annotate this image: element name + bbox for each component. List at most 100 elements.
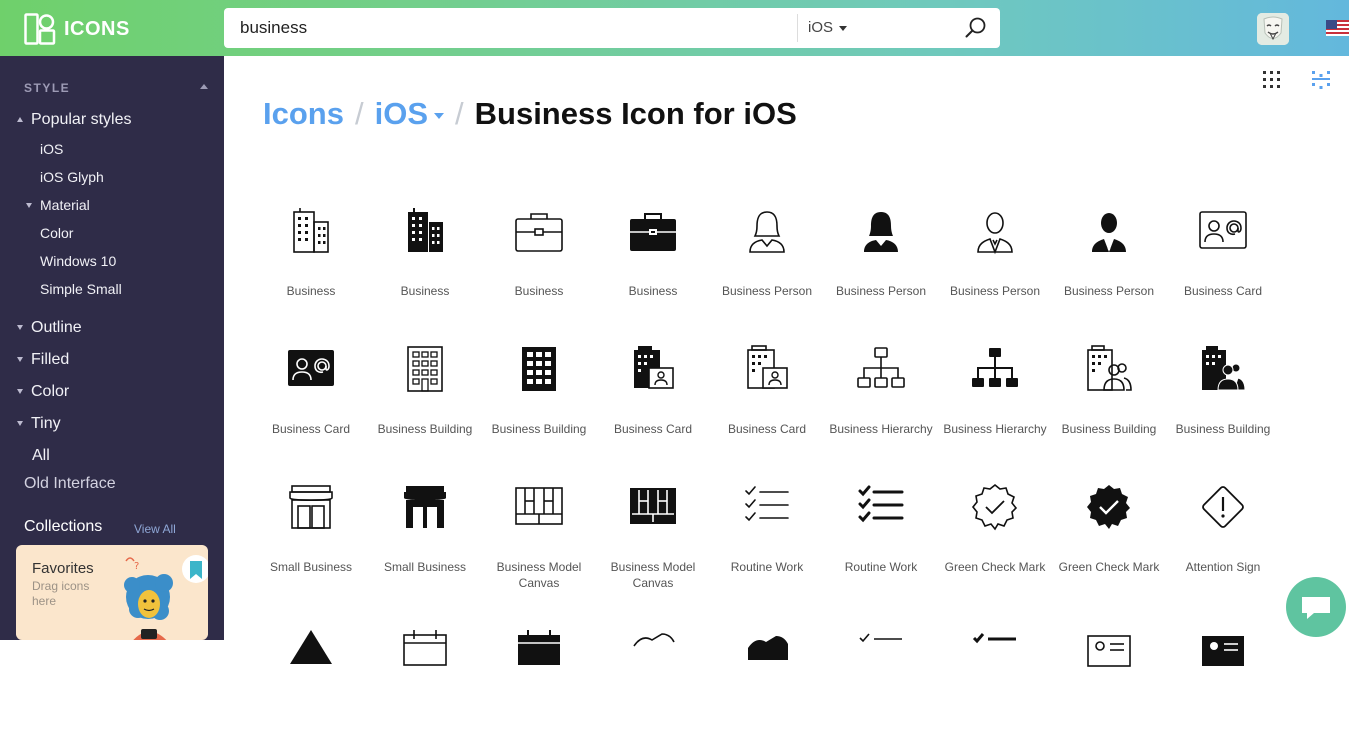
icon-label: Business Building: [1175, 422, 1271, 436]
search-input[interactable]: [224, 8, 797, 48]
sidebar-group-filled[interactable]: Filled: [31, 351, 69, 369]
icon-tile[interactable]: Routine Work: [710, 472, 824, 602]
icon-label: Business: [400, 284, 450, 298]
icon-tile[interactable]: Business Card: [596, 334, 710, 464]
collapsed-arrow-icon[interactable]: [17, 357, 23, 362]
sidebar-group-outline[interactable]: Outline: [31, 319, 82, 337]
icon-tile[interactable]: Business: [368, 196, 482, 326]
expanded-arrow-icon[interactable]: [17, 117, 23, 122]
businessman-outline-icon: [977, 212, 1013, 255]
icon-tile[interactable]: Business Card: [254, 334, 368, 464]
us-flag-icon[interactable]: [1326, 20, 1349, 36]
icon-label: Business Card: [727, 422, 807, 436]
platform-select[interactable]: iOS: [808, 8, 848, 48]
brand-name: ICONS: [64, 17, 130, 40]
icon-tile[interactable]: Business Model Canvas: [482, 472, 596, 602]
icon-tile[interactable]: Business Person: [938, 196, 1052, 326]
favorites-subtitle: Drag icons here: [32, 579, 90, 608]
collapsed-arrow-icon[interactable]: [17, 325, 23, 330]
sidebar-item-windows-10[interactable]: Windows 10: [40, 253, 116, 269]
icon-label: Business: [286, 284, 336, 298]
icon-tile[interactable]: Small Business: [368, 472, 482, 602]
icon-tile[interactable]: Green Check Mark: [938, 472, 1052, 602]
search-divider: [797, 14, 798, 42]
grid-view-icon[interactable]: [1263, 71, 1281, 89]
hierarchy-filled-icon: [972, 348, 1018, 387]
icon-label: Business Building: [1061, 422, 1157, 436]
icon-label: Business Person: [835, 284, 927, 298]
icon-tile[interactable]: Business Person: [1052, 196, 1166, 326]
contact-card-outline-icon: [1199, 211, 1247, 249]
sidebar-item-all[interactable]: All: [32, 447, 50, 465]
icon-label: Small Business: [269, 560, 353, 574]
sidebar-item-simple-small[interactable]: Simple Small: [40, 281, 122, 297]
sidebar-popular-styles[interactable]: Popular styles: [31, 111, 132, 129]
sidebar-group-tiny[interactable]: Tiny: [31, 415, 61, 433]
icon-tile[interactable]: [254, 610, 368, 740]
building-people-outline-icon: [1087, 345, 1132, 391]
icon-tile[interactable]: Green Check Mark: [1052, 472, 1166, 602]
breadcrumb-icons[interactable]: Icons: [263, 96, 344, 132]
icon-tile[interactable]: Business Building: [482, 334, 596, 464]
icon-label: Business: [514, 284, 564, 298]
icon-tile[interactable]: [710, 610, 824, 740]
icon-tile[interactable]: Business: [482, 196, 596, 326]
search-icon[interactable]: [964, 16, 988, 40]
icon-tile[interactable]: Attention Sign: [1166, 472, 1280, 602]
chat-widget[interactable]: [1286, 577, 1346, 637]
icon-tile[interactable]: Business Card: [1166, 196, 1280, 326]
sidebar-old-interface[interactable]: Old Interface: [24, 475, 116, 493]
logo[interactable]: ICONS: [24, 13, 130, 45]
mask-avatar-icon: [1257, 13, 1289, 45]
list-view-icon[interactable]: [1312, 71, 1330, 89]
icon-tile[interactable]: [1166, 610, 1280, 740]
icon-tile[interactable]: Routine Work: [824, 472, 938, 602]
icon-tile[interactable]: [824, 610, 938, 740]
view-all-link[interactable]: View All: [134, 522, 176, 536]
favorites-collection[interactable]: Favorites Drag icons here ?: [16, 545, 208, 640]
icon-tile[interactable]: Business Hierarchy: [824, 334, 938, 464]
attention-diamond-outline-icon: [1202, 486, 1244, 528]
icon-tile[interactable]: Business Building: [1166, 334, 1280, 464]
icon-tile[interactable]: [596, 610, 710, 740]
icon-tile[interactable]: Business Model Canvas: [596, 472, 710, 602]
icon-tile[interactable]: Business Building: [1052, 334, 1166, 464]
collapsed-arrow-icon[interactable]: [17, 421, 23, 426]
logo-icon: [24, 13, 56, 45]
icon-tile[interactable]: Business Card: [710, 334, 824, 464]
icon-tile[interactable]: Business: [596, 196, 710, 326]
icon-tile[interactable]: [938, 610, 1052, 740]
icon-tile[interactable]: Business Hierarchy: [938, 334, 1052, 464]
shop-outline-icon: [289, 485, 333, 529]
breadcrumb-platform[interactable]: iOS: [375, 96, 444, 132]
icon-tile[interactable]: Business Person: [710, 196, 824, 326]
warning-triangle-icon: [290, 630, 332, 664]
icon-label: Routine Work: [844, 560, 918, 574]
breadcrumb-platform-label: iOS: [374, 96, 428, 131]
icon-tile[interactable]: [1052, 610, 1166, 740]
icon-label: Small Business: [383, 560, 467, 574]
icon-tile[interactable]: Business Person: [824, 196, 938, 326]
sidebar-item-ios-glyph[interactable]: iOS Glyph: [40, 169, 104, 185]
collapsed-arrow-icon[interactable]: [17, 389, 23, 394]
sidebar-item-color-style[interactable]: Color: [40, 225, 73, 241]
user-avatar[interactable]: [1257, 13, 1289, 45]
icon-tile[interactable]: [482, 610, 596, 740]
collapse-icon[interactable]: [200, 84, 208, 89]
top-bar: ICONS iOS: [0, 0, 1349, 56]
list-check-filled-icon: [972, 633, 1016, 644]
shop-filled-icon: [404, 486, 446, 528]
icon-tile[interactable]: Small Business: [254, 472, 368, 602]
building-card-filled-icon: [634, 346, 674, 389]
icon-tile[interactable]: Business Building: [368, 334, 482, 464]
sidebar-group-color[interactable]: Color: [31, 383, 69, 401]
sidebar-item-ios[interactable]: iOS: [40, 141, 63, 157]
icon-label: Business Model Canvas: [496, 560, 582, 590]
expanded-arrow-icon[interactable]: [26, 203, 32, 208]
icon-tile[interactable]: Business: [254, 196, 368, 326]
calendar-outline-icon: [403, 630, 447, 666]
icon-label: Business Person: [1063, 284, 1155, 298]
sidebar-item-material[interactable]: Material: [40, 197, 90, 213]
platform-select-value: iOS: [808, 19, 834, 36]
icon-tile[interactable]: [368, 610, 482, 740]
